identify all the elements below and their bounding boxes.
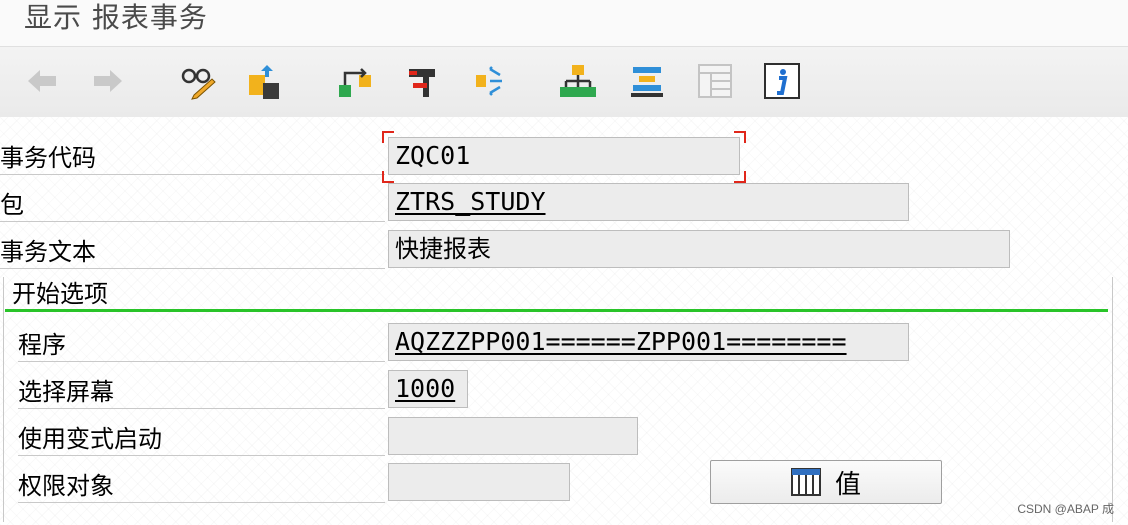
arrow-right-icon bbox=[94, 70, 122, 92]
authorization-object-label: 权限对象 bbox=[18, 472, 114, 500]
back-button[interactable] bbox=[22, 61, 62, 101]
authorization-object-field[interactable] bbox=[388, 463, 570, 501]
info-icon bbox=[764, 63, 800, 99]
row-divider bbox=[0, 268, 385, 269]
layout-button[interactable] bbox=[695, 61, 735, 101]
row-divider bbox=[18, 408, 385, 409]
focus-corner-top-left bbox=[382, 131, 394, 143]
arrow-left-icon bbox=[28, 70, 56, 92]
start-with-variant-field[interactable] bbox=[388, 417, 638, 455]
group-header-line bbox=[5, 309, 1108, 312]
transaction-text-field[interactable]: 快捷报表 bbox=[388, 230, 1010, 268]
selection-screen-value[interactable]: 1000 bbox=[395, 374, 455, 403]
transaction-text-value: 快捷报表 bbox=[395, 235, 491, 263]
hierarchy-button[interactable] bbox=[558, 61, 598, 101]
package-field[interactable]: ZTRS_STUDY bbox=[388, 183, 909, 221]
application-toolbar bbox=[0, 46, 1128, 118]
values-button[interactable]: 值 bbox=[710, 460, 942, 504]
table-icon bbox=[790, 468, 821, 496]
where-used-icon bbox=[339, 68, 371, 97]
hierarchy-icon bbox=[560, 65, 596, 97]
glasses-pencil-icon bbox=[181, 68, 216, 100]
watermark: CSDN @ABAP 成 bbox=[1017, 502, 1114, 516]
selection-screen-field[interactable]: 1000 bbox=[388, 370, 468, 408]
object-copy-icon bbox=[249, 65, 279, 99]
other-object-button[interactable] bbox=[245, 61, 285, 101]
focus-corner-bottom-right bbox=[734, 171, 746, 183]
transaction-code-label: 事务代码 bbox=[0, 144, 96, 172]
forward-button[interactable] bbox=[88, 61, 128, 101]
object-list-button[interactable] bbox=[627, 61, 667, 101]
transaction-code-field[interactable]: ZQC01 bbox=[388, 137, 740, 175]
start-options-title: 开始选项 bbox=[12, 280, 108, 308]
breakpoint-button[interactable] bbox=[403, 61, 443, 101]
navigate-arrows-icon bbox=[476, 66, 502, 96]
program-value[interactable]: AQZZZPP001======ZPP001======== bbox=[395, 327, 847, 356]
row-divider bbox=[18, 502, 385, 503]
object-list-icon bbox=[631, 67, 663, 97]
row-divider bbox=[0, 221, 385, 222]
display-change-button[interactable] bbox=[178, 61, 218, 101]
program-label: 程序 bbox=[18, 331, 66, 359]
package-label: 包 bbox=[0, 191, 24, 219]
row-divider bbox=[0, 174, 385, 175]
selection-screen-label: 选择屏幕 bbox=[18, 378, 114, 406]
where-used-button[interactable] bbox=[335, 61, 375, 101]
focus-corner-bottom-left bbox=[382, 171, 394, 183]
layout-grid-icon bbox=[698, 64, 732, 98]
info-button[interactable] bbox=[762, 61, 802, 101]
form-area: 事务代码 ZQC01 包 ZTRS_STUDY 事务文本 快捷报表 开始选项 程… bbox=[0, 117, 1128, 525]
program-field[interactable]: AQZZZPP001======ZPP001======== bbox=[388, 323, 909, 361]
transaction-code-value: ZQC01 bbox=[395, 141, 471, 170]
navigate-button[interactable] bbox=[470, 61, 510, 101]
start-with-variant-label: 使用变式启动 bbox=[18, 425, 162, 453]
page-title: 显示 报表事务 bbox=[24, 1, 208, 34]
title-bar: 显示 报表事务 bbox=[0, 0, 1128, 46]
row-divider bbox=[18, 455, 385, 456]
values-button-label: 值 bbox=[834, 469, 861, 500]
package-value[interactable]: ZTRS_STUDY bbox=[395, 187, 546, 216]
focus-corner-top-right bbox=[734, 131, 746, 143]
transaction-text-label: 事务文本 bbox=[0, 238, 96, 266]
row-divider bbox=[18, 361, 385, 362]
breakpoint-icon bbox=[409, 69, 435, 97]
